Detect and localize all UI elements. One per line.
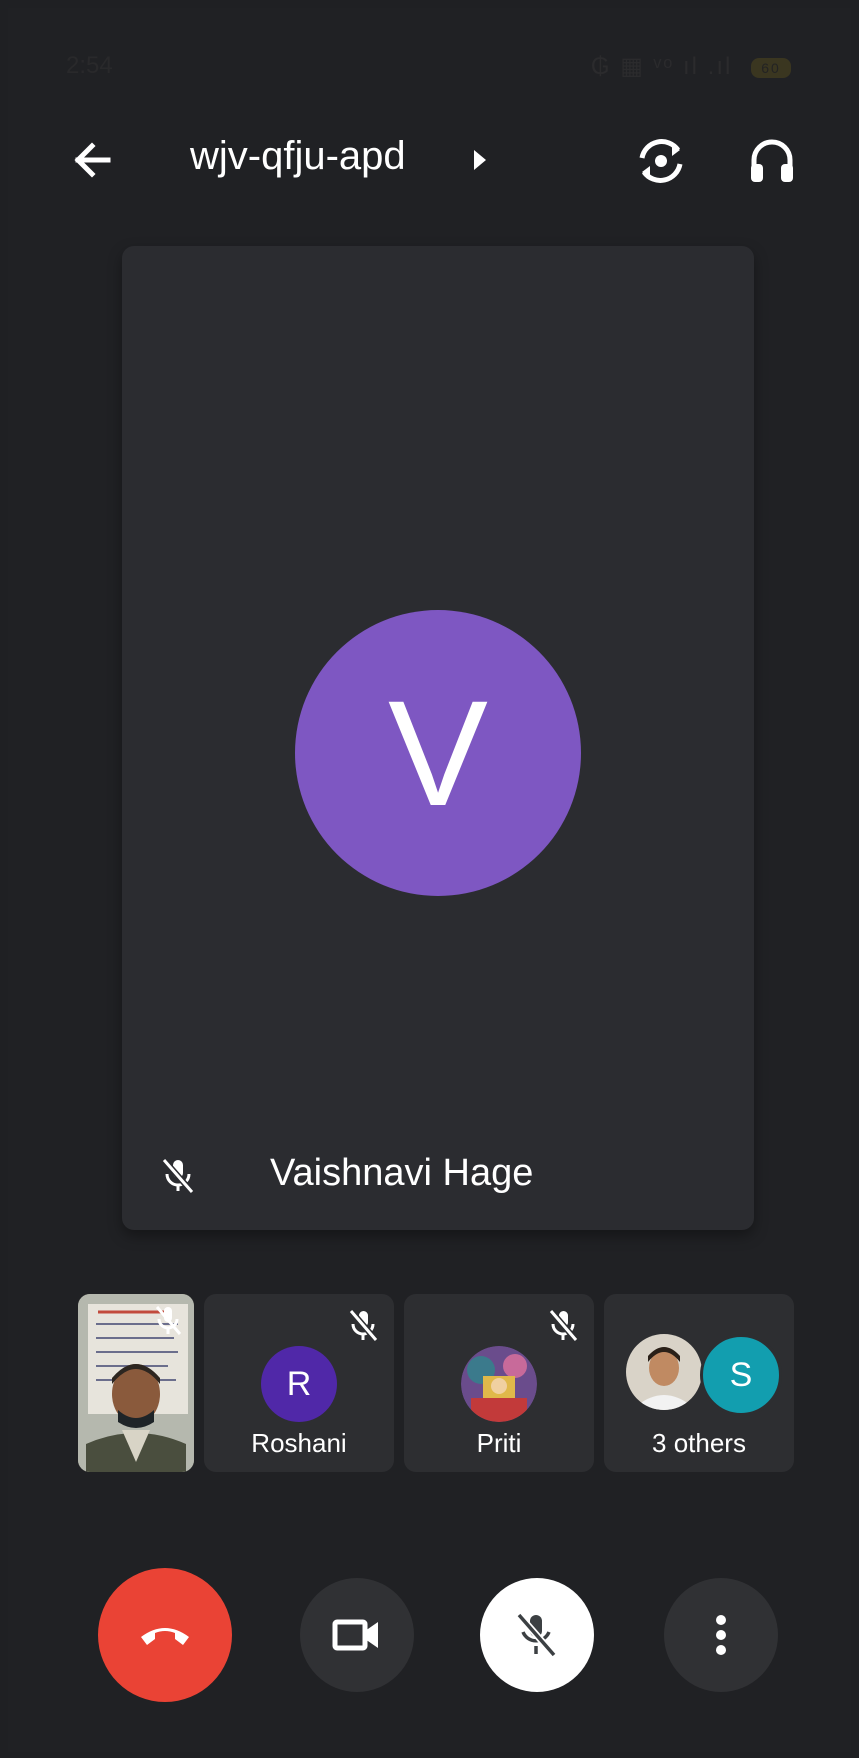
more-options-button[interactable] (664, 1578, 778, 1692)
toggle-camera-button[interactable] (300, 1578, 414, 1692)
back-button[interactable] (64, 130, 124, 190)
participant-name: Priti (476, 1428, 522, 1458)
top-app-bar: wjv-qfju-apd (8, 108, 851, 218)
participant-tile-roshani[interactable]: R Roshani (204, 1294, 394, 1472)
participant-strip: R Roshani Priti S 3 others (78, 1294, 798, 1474)
mic-off-icon (155, 1306, 182, 1335)
call-controls (8, 1568, 851, 1708)
speaker-avatar: V (295, 610, 581, 896)
meet-call-screen: 2:54 ₲ ▦ ᵛᵒ ıl .ıl 60 wjv-qfju-apd V Vai… (8, 8, 851, 1752)
mic-off-icon (348, 1309, 379, 1342)
signal-indicators: ₲ ▦ ᵛᵒ ıl .ıl (590, 53, 733, 80)
status-indicators: ₲ ▦ ᵛᵒ ıl .ıl 60 (591, 52, 791, 81)
audio-output-button[interactable] (742, 130, 802, 192)
arrow-left-icon (74, 142, 111, 178)
mic-off-icon (516, 1612, 557, 1658)
avatar: S (700, 1334, 782, 1416)
avatar: R (261, 1346, 337, 1422)
others-count: 3 others (652, 1428, 746, 1458)
self-video-tile[interactable] (78, 1294, 194, 1472)
status-bar: 2:54 ₲ ▦ ᵛᵒ ıl .ıl 60 (8, 8, 851, 118)
end-call-button[interactable] (98, 1568, 232, 1702)
flip-camera-icon (639, 139, 683, 183)
mic-off-icon (161, 1158, 195, 1194)
avatar-photo (461, 1346, 537, 1422)
participant-tile-others[interactable]: S 3 others (604, 1294, 794, 1472)
toggle-mic-button[interactable] (480, 1578, 594, 1692)
main-speaker-tile[interactable]: V Vaishnavi Hage (122, 246, 754, 1230)
video-camera-icon (332, 1619, 378, 1651)
headphones-icon (751, 139, 793, 182)
switch-camera-button[interactable] (630, 130, 692, 192)
caret-right-icon[interactable] (468, 140, 498, 180)
participant-name: Roshani (251, 1428, 347, 1458)
more-vertical-icon (716, 1615, 726, 1655)
meeting-code[interactable]: wjv-qfju-apd (190, 134, 406, 179)
status-time: 2:54 (66, 52, 113, 79)
participant-tile-priti[interactable]: Priti (404, 1294, 594, 1472)
battery-icon: 60 (751, 57, 791, 78)
speaker-name: Vaishnavi Hage (270, 1152, 534, 1194)
avatar-photo (626, 1334, 702, 1410)
mic-off-icon (548, 1309, 579, 1342)
phone-hangup-icon (141, 1628, 189, 1645)
